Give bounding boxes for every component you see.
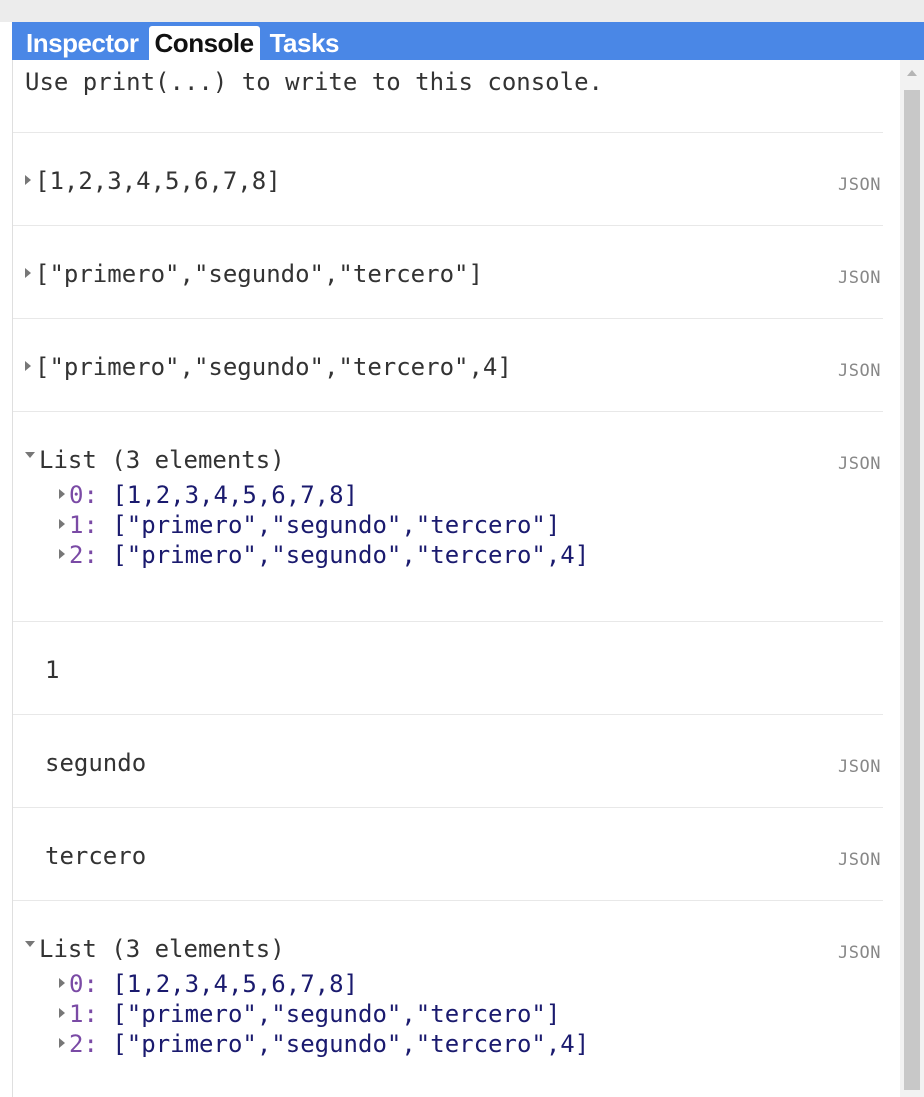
child-value: ["primero","segundo","tercero"] — [112, 511, 561, 539]
list-child-row[interactable]: 1: ["primero","segundo","tercero"] — [59, 512, 560, 539]
collapsed-array-row[interactable]: [1,2,3,4,5,6,7,8] — [25, 166, 281, 196]
child-index: 0: — [69, 970, 98, 998]
expand-triangle-icon[interactable] — [59, 519, 65, 529]
console-entry: tercero JSON — [13, 807, 883, 900]
expand-triangle-icon[interactable] — [59, 1008, 65, 1018]
expand-triangle-icon[interactable] — [59, 549, 65, 559]
expand-triangle-icon[interactable] — [59, 489, 65, 499]
tab-tasks[interactable]: Tasks — [264, 26, 345, 60]
child-value: ["primero","segundo","tercero",4] — [112, 541, 590, 569]
plain-output: 1 — [45, 656, 60, 684]
window-top-strip — [0, 0, 924, 22]
collapsed-array-row[interactable]: ["primero","segundo","tercero",4] — [25, 352, 512, 382]
collapse-triangle-icon[interactable] — [25, 452, 35, 458]
child-index: 1: — [69, 1000, 98, 1028]
tab-console[interactable]: Console — [148, 26, 260, 60]
child-index: 2: — [69, 1030, 98, 1058]
json-link[interactable]: JSON — [838, 757, 881, 777]
list-header-row[interactable]: List (3 elements) — [25, 445, 285, 475]
console-entry: segundo JSON — [13, 714, 883, 807]
child-value: [1,2,3,4,5,6,7,8] — [112, 481, 358, 509]
list-child-row[interactable]: 0: [1,2,3,4,5,6,7,8] — [59, 482, 358, 509]
array-value: ["primero","segundo","tercero"] — [35, 260, 483, 288]
child-index: 0: — [69, 481, 98, 509]
tab-inspector[interactable]: Inspector — [20, 26, 145, 60]
json-link[interactable]: JSON — [838, 454, 881, 474]
scroll-up-arrow-icon[interactable] — [907, 70, 917, 76]
console-panel: Use print(...) to write to this console.… — [12, 60, 901, 1097]
console-entry: [1,2,3,4,5,6,7,8] JSON — [13, 132, 883, 225]
child-index: 2: — [69, 541, 98, 569]
plain-output: segundo — [45, 749, 147, 777]
json-link[interactable]: JSON — [838, 175, 881, 195]
list-child-row[interactable]: 2: ["primero","segundo","tercero",4] — [59, 1031, 589, 1058]
expand-triangle-icon[interactable] — [59, 978, 65, 988]
plain-output: tercero — [45, 842, 147, 870]
child-value: ["primero","segundo","tercero",4] — [112, 1030, 590, 1058]
json-link[interactable]: JSON — [838, 268, 881, 288]
list-child-row[interactable]: 1: ["primero","segundo","tercero"] — [59, 1001, 560, 1028]
json-link[interactable]: JSON — [838, 361, 881, 381]
child-value: ["primero","segundo","tercero"] — [112, 1000, 561, 1028]
list-child-row[interactable]: 2: ["primero","segundo","tercero",4] — [59, 542, 589, 569]
child-value: [1,2,3,4,5,6,7,8] — [112, 970, 358, 998]
console-entry: ["primero","segundo","tercero"] JSON — [13, 225, 883, 318]
console-intro-text: Use print(...) to write to this console. — [25, 68, 603, 96]
array-value: ["primero","segundo","tercero",4] — [35, 353, 512, 381]
scrollbar-thumb[interactable] — [904, 90, 920, 1090]
console-entry: 1 — [13, 621, 883, 714]
list-header: List (3 elements) — [39, 935, 285, 963]
expand-triangle-icon[interactable] — [59, 1038, 65, 1048]
json-link[interactable]: JSON — [838, 943, 881, 963]
expand-triangle-icon[interactable] — [25, 361, 31, 371]
tab-bar: Inspector Console Tasks — [12, 22, 924, 60]
expand-triangle-icon[interactable] — [25, 175, 31, 185]
collapse-triangle-icon[interactable] — [25, 941, 35, 947]
array-value: [1,2,3,4,5,6,7,8] — [35, 167, 281, 195]
collapsed-array-row[interactable]: ["primero","segundo","tercero"] — [25, 259, 483, 289]
vertical-scrollbar[interactable] — [900, 60, 924, 1097]
expand-triangle-icon[interactable] — [25, 268, 31, 278]
console-entry: List (3 elements) JSON 0: [1,2,3,4,5,6,7… — [13, 411, 883, 621]
json-link[interactable]: JSON — [838, 850, 881, 870]
list-header-row[interactable]: List (3 elements) — [25, 934, 285, 964]
child-index: 1: — [69, 511, 98, 539]
console-entry: List (3 elements) JSON 0: [1,2,3,4,5,6,7… — [13, 900, 883, 1097]
console-entry: ["primero","segundo","tercero",4] JSON — [13, 318, 883, 411]
list-child-row[interactable]: 0: [1,2,3,4,5,6,7,8] — [59, 971, 358, 998]
list-header: List (3 elements) — [39, 446, 285, 474]
